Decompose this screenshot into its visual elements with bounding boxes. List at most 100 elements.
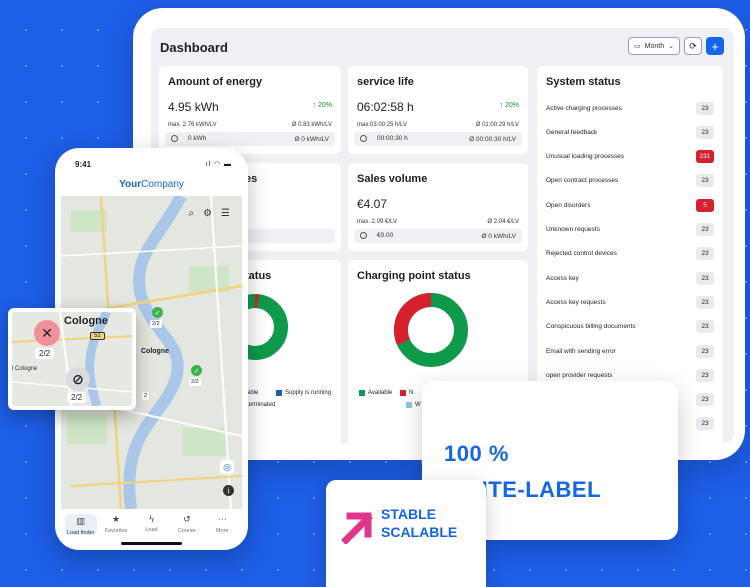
sales-foot-right: Ø 0 kWh/LV [481,232,516,240]
map-city-label: Cologne [141,348,169,355]
charging-donut-red [393,292,432,346]
more-icon: ⋯ [217,514,227,524]
lightning-icon: ϟ [149,514,154,524]
energy-delta: ↑ 20% [312,102,332,109]
list-icon[interactable]: ☰ [221,208,230,219]
system-status-row[interactable]: Email with sending error 23 [546,343,714,359]
system-status-row[interactable]: General feedback 23 [546,124,714,140]
arrow-up-right-icon [341,512,373,544]
status-label: Access key [546,274,579,282]
map-pin-label: 2 [142,392,150,400]
energy-foot-left: 0 kWh [188,135,207,143]
energy-max: max. 2.76 kWh/LV [168,122,217,128]
dashboard-controls: ▭ Month ⌄ ⟳ + [628,37,724,55]
status-count-badge: 23 [696,247,714,261]
system-status-row[interactable]: Unknown requests 23 [546,222,714,238]
scalable-text: SCALABLE [381,524,458,540]
system-status-row[interactable]: Conspicuous billing documents 23 [546,319,714,335]
calendar-icon: ▭ [634,43,641,50]
system-status-row[interactable]: Access key 23 [546,270,714,286]
supply-legend-3: terminated [247,402,275,408]
sales-volume-card: Sales volume €4.07 max. 2.09 €/LV Ø 2.04… [348,163,528,251]
legend-swatch [359,390,365,396]
nav-label: Load finder [66,530,95,536]
legend-swatch [406,402,412,408]
status-label: General feedback [546,128,598,136]
map-toolbar: ⌕ ⚙ ☰ [188,208,230,219]
status-count-badge: 23 [696,125,714,139]
locate-button[interactable]: ◎ [220,460,234,474]
system-status-title: System status [546,76,621,88]
brand-logo: YourCompany [55,179,248,190]
energy-avg: Ø 0.83 kWh/LV [291,122,332,128]
service-foot-right: Ø 00:00:30 h/LV [469,135,516,143]
period-select[interactable]: ▭ Month ⌄ [628,37,680,55]
add-button[interactable]: + [706,37,724,55]
legend-label: terminated [247,402,276,408]
energy-card: Amount of energy 4.95 kWh ↑ 20% max. 2.7… [159,66,341,154]
road-6 [70,475,242,487]
status-count-badge: 23 [696,368,714,382]
status-label: Email with sending error [546,347,616,355]
map-zoom-callout: Cologne 51 l Cologne ✕ 2/2 ⊘ 2/2 [8,308,136,410]
system-status-row[interactable]: Open disorders 5 [546,197,714,213]
charging-legend-3: W [406,402,421,408]
sales-avg: Ø 2.04 €/LV [487,219,519,225]
home-indicator [121,542,182,545]
nav-label: More [215,528,229,534]
locate-icon: ◎ [223,461,231,472]
status-label: Open contract processes [546,177,619,185]
status-count-badge: 23 [696,417,714,431]
blocked-icon: ⊘ [72,370,84,387]
legend-label: W [415,402,421,408]
service-foot: 00:00:30 h Ø 00:00:30 h/LV [354,132,522,146]
nav-load-finder[interactable]: ▥ Load finder [64,514,97,536]
system-status-row[interactable]: Active charging processes 23 [546,100,714,116]
filter-icon[interactable]: ⚙ [203,208,212,219]
map-pin-label: 2/2 [189,378,201,386]
legend-label: Available [368,390,393,396]
arrow-shape [341,512,373,544]
charging-donut [393,292,468,367]
road-badge: 51 [90,332,105,340]
system-status-row[interactable]: Access key requests 23 [546,294,714,310]
energy-value: 4.95 kWh [168,100,219,114]
nav-label: Courier [177,528,196,534]
status-count-badge: 23 [696,174,714,188]
zoom-map: Cologne 51 l Cologne ✕ 2/2 ⊘ 2/2 [12,312,132,406]
refresh-icon: ⟳ [689,40,697,51]
page-title: Dashboard [160,40,228,55]
map-icon: ▥ [76,516,85,526]
status-count-badge: 23 [696,320,714,334]
plus-icon: + [711,38,719,54]
status-label: Open disorders [546,201,591,209]
map-pin[interactable]: ✓ [152,307,163,318]
refresh-button[interactable]: ⟳ [684,37,702,55]
sales-max: max. 2.09 €/LV [357,219,397,225]
energy-foot: 0 kWh Ø 0 kWh/LV [165,132,335,146]
system-status-row[interactable]: Rejected control devices 23 [546,246,714,262]
legend-label: N [409,390,414,396]
stable-scalable-badge: STABLE SCALABLE [326,480,486,587]
legend-swatch [400,390,406,396]
supply-legend-2: Supply is running [276,390,331,396]
legend-label: Supply is running [285,390,332,396]
status-label: Unknown requests [546,226,600,233]
close-icon: ✕ [41,324,53,341]
blocked-pin[interactable]: ⊘ [66,367,90,391]
system-status-row[interactable]: Unusual loading processes 231 [546,149,714,165]
system-status-row[interactable]: Open contract processes 23 [546,173,714,189]
status-count-badge: 231 [696,150,714,164]
info-icon [171,135,178,143]
close-pin[interactable]: ✕ [34,320,60,346]
search-icon[interactable]: ⌕ [188,208,194,219]
star-icon: ★ [112,514,121,524]
brand-rest: Company [141,179,184,190]
zoom-road-1 [12,335,132,343]
nav-more[interactable]: ⋯ More [206,514,238,550]
info-button[interactable]: i [223,485,234,496]
charging-card-title: Charging point status [357,270,471,282]
status-count-badge: 5 [696,198,714,212]
service-life-card: service life 06:02:58 h ↑ 20% max.03:00:… [348,66,528,154]
map-pin[interactable]: ✓ [191,365,202,376]
